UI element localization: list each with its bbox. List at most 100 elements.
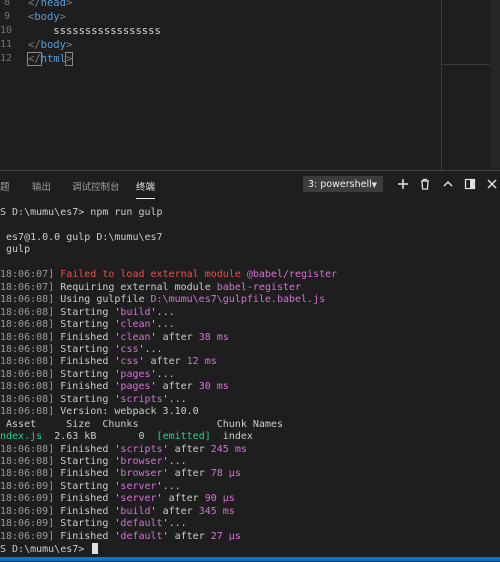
terminal-text: '... <box>138 343 163 355</box>
line-number: 10 <box>0 25 13 36</box>
terminal-text: Starting ' <box>54 319 121 331</box>
terminal-text: ' after <box>162 468 211 480</box>
terminal-text: Starting ' <box>54 518 121 530</box>
terminal-text: index <box>210 431 253 443</box>
terminal-output[interactable]: S D:\mumu\es7> npm run gulp es7@1.0.0 gu… <box>0 203 500 562</box>
terminal-line: es7@1.0.0 gulp D:\mumu\es7 <box>0 232 163 245</box>
tab-problems[interactable]: 题 <box>0 179 10 193</box>
terminal-text: pages <box>120 368 151 380</box>
terminal-text: Finished ' <box>54 493 121 505</box>
terminal-line: 18:06:07] Failed to load external module… <box>0 269 337 282</box>
terminal-text: Finished ' <box>54 468 121 480</box>
terminal-text: [emitted] <box>156 431 211 443</box>
terminal-text: default <box>120 530 163 542</box>
tag-bracket: </ <box>28 0 41 9</box>
trash-icon[interactable] <box>418 177 432 191</box>
terminal-text: 27 μs <box>210 530 241 542</box>
line-number: 12 <box>0 53 13 64</box>
terminal-line: ndex.js 2.63 kB 0 [emitted] index <box>0 431 253 444</box>
terminal-line: 18:06:08] Finished 'css' after 12 ms <box>0 356 217 369</box>
terminal-text: ' after <box>162 443 211 455</box>
code-text: </html> <box>27 52 74 66</box>
chevron-down-icon: ▼ <box>371 181 377 189</box>
terminal-text: clean <box>120 319 151 331</box>
tag-bracket: </ <box>27 52 42 66</box>
terminal-text: Requiring external module <box>54 281 217 293</box>
terminal-text: es7@1.0.0 gulp D:\mumu\es7 <box>0 231 163 243</box>
terminal-text: ' after <box>150 381 199 393</box>
add-icon[interactable] <box>396 177 410 191</box>
terminal-text: css <box>120 343 139 355</box>
close-icon[interactable] <box>485 177 499 191</box>
terminal-text: 2.63 kB 0 <box>42 431 157 443</box>
terminal-line: 18:06:08] Starting 'build'... <box>0 307 175 320</box>
terminal-text: 345 ms <box>198 505 235 517</box>
chevron-up-icon[interactable] <box>441 177 455 191</box>
terminal-cursor <box>92 543 99 555</box>
terminal-line: 18:06:09] Finished 'default' after 27 μs <box>0 531 241 544</box>
terminal-text: ' after <box>150 331 199 343</box>
terminal-text: 30 ms <box>198 381 229 393</box>
terminal-text: 245 ms <box>210 443 247 455</box>
terminal-text: 18:06:09] <box>0 505 55 517</box>
terminal-line: 18:06:08] Version: webpack 3.10.0 <box>0 406 199 419</box>
terminal-text: 18:06:08] <box>0 406 55 418</box>
terminal-text: 18:06:08] <box>0 456 55 467</box>
tab-terminal[interactable]: 终端 <box>136 179 156 199</box>
terminal-text: Finished ' <box>54 356 121 368</box>
terminal-text: ' after <box>150 505 199 517</box>
panel-header: 题 输出 调试控制台 终端 3: powershell ▼ <box>0 171 500 199</box>
split-layout-icon[interactable] <box>463 177 477 191</box>
terminal-text: pages <box>120 381 151 393</box>
terminal-text: 18:06:08] <box>0 319 55 331</box>
terminal-select-value: 3: powershell <box>308 179 372 190</box>
terminal-text: 18:06:08] <box>0 331 55 343</box>
terminal-text: '... <box>162 456 187 467</box>
terminal-text: Using gulpfile <box>54 294 151 306</box>
terminal-text: 18:06:09] <box>0 518 55 530</box>
terminal-text: 18:06:08] <box>0 443 55 455</box>
terminal-text: 18:06:09] <box>0 493 55 505</box>
terminal-text: 18:06:09] <box>0 480 55 492</box>
tag-name: body <box>40 39 66 51</box>
line-number: 9 <box>3 11 10 22</box>
terminal-text: clean <box>120 331 151 343</box>
terminal-text: 18:06:08] <box>0 393 55 405</box>
terminal-text: Starting ' <box>54 343 121 355</box>
terminal-text: '... <box>150 319 175 331</box>
terminal-text: 18:06:08] <box>0 368 55 380</box>
terminal-line: 18:06:08] Finished 'scripts' after 245 m… <box>0 444 247 457</box>
tag-bracket: > <box>59 11 66 23</box>
terminal-line: 18:06:08] Finished 'browser' after 78 μs <box>0 468 241 481</box>
terminal-text: '... <box>162 393 187 405</box>
code-editor[interactable]: 8 </head> 9 <body> 10 sssssssssssssssss 11 </b… <box>0 0 500 170</box>
terminal-line: 18:06:08] Finished 'pages' after 30 ms <box>0 381 229 394</box>
terminal-text: 78 μs <box>210 468 241 480</box>
tab-output[interactable]: 输出 <box>32 179 51 193</box>
terminal-text: scripts <box>120 443 163 455</box>
terminal-line: 18:06:09] Finished 'server' after 90 μs <box>0 493 235 506</box>
terminal-text: css <box>120 356 139 368</box>
terminal-text: Starting ' <box>54 368 121 380</box>
terminal-line: 18:06:08] Finished 'clean' after 38 ms <box>0 332 229 345</box>
editor-scrollbar[interactable] <box>490 0 500 170</box>
terminal-line: gulp <box>0 244 30 257</box>
status-bar <box>0 557 500 561</box>
terminal-text: Finished ' <box>54 505 121 517</box>
terminal-text: 18:06:08] <box>0 294 55 306</box>
text-node: sssssssssssssssss <box>53 25 161 37</box>
terminal-text: Starting ' <box>54 456 121 467</box>
line-number: 11 <box>0 39 13 50</box>
terminal-text: ndex.js <box>0 431 43 443</box>
terminal-text: Finished ' <box>54 331 121 343</box>
terminal-line: 18:06:09] Finished 'build' after 345 ms <box>0 506 235 519</box>
terminal-line: 18:06:07] Requiring external module babe… <box>0 282 301 295</box>
terminal-text: ' after <box>162 530 211 542</box>
tag-bracket: </ <box>28 39 41 51</box>
terminal-text: server <box>120 480 157 492</box>
terminal-text: '... <box>162 518 187 530</box>
tab-debug-console[interactable]: 调试控制台 <box>72 179 120 193</box>
terminal-select[interactable]: 3: powershell ▼ <box>303 176 383 192</box>
code-text: sssssssssssssssss <box>28 24 161 38</box>
